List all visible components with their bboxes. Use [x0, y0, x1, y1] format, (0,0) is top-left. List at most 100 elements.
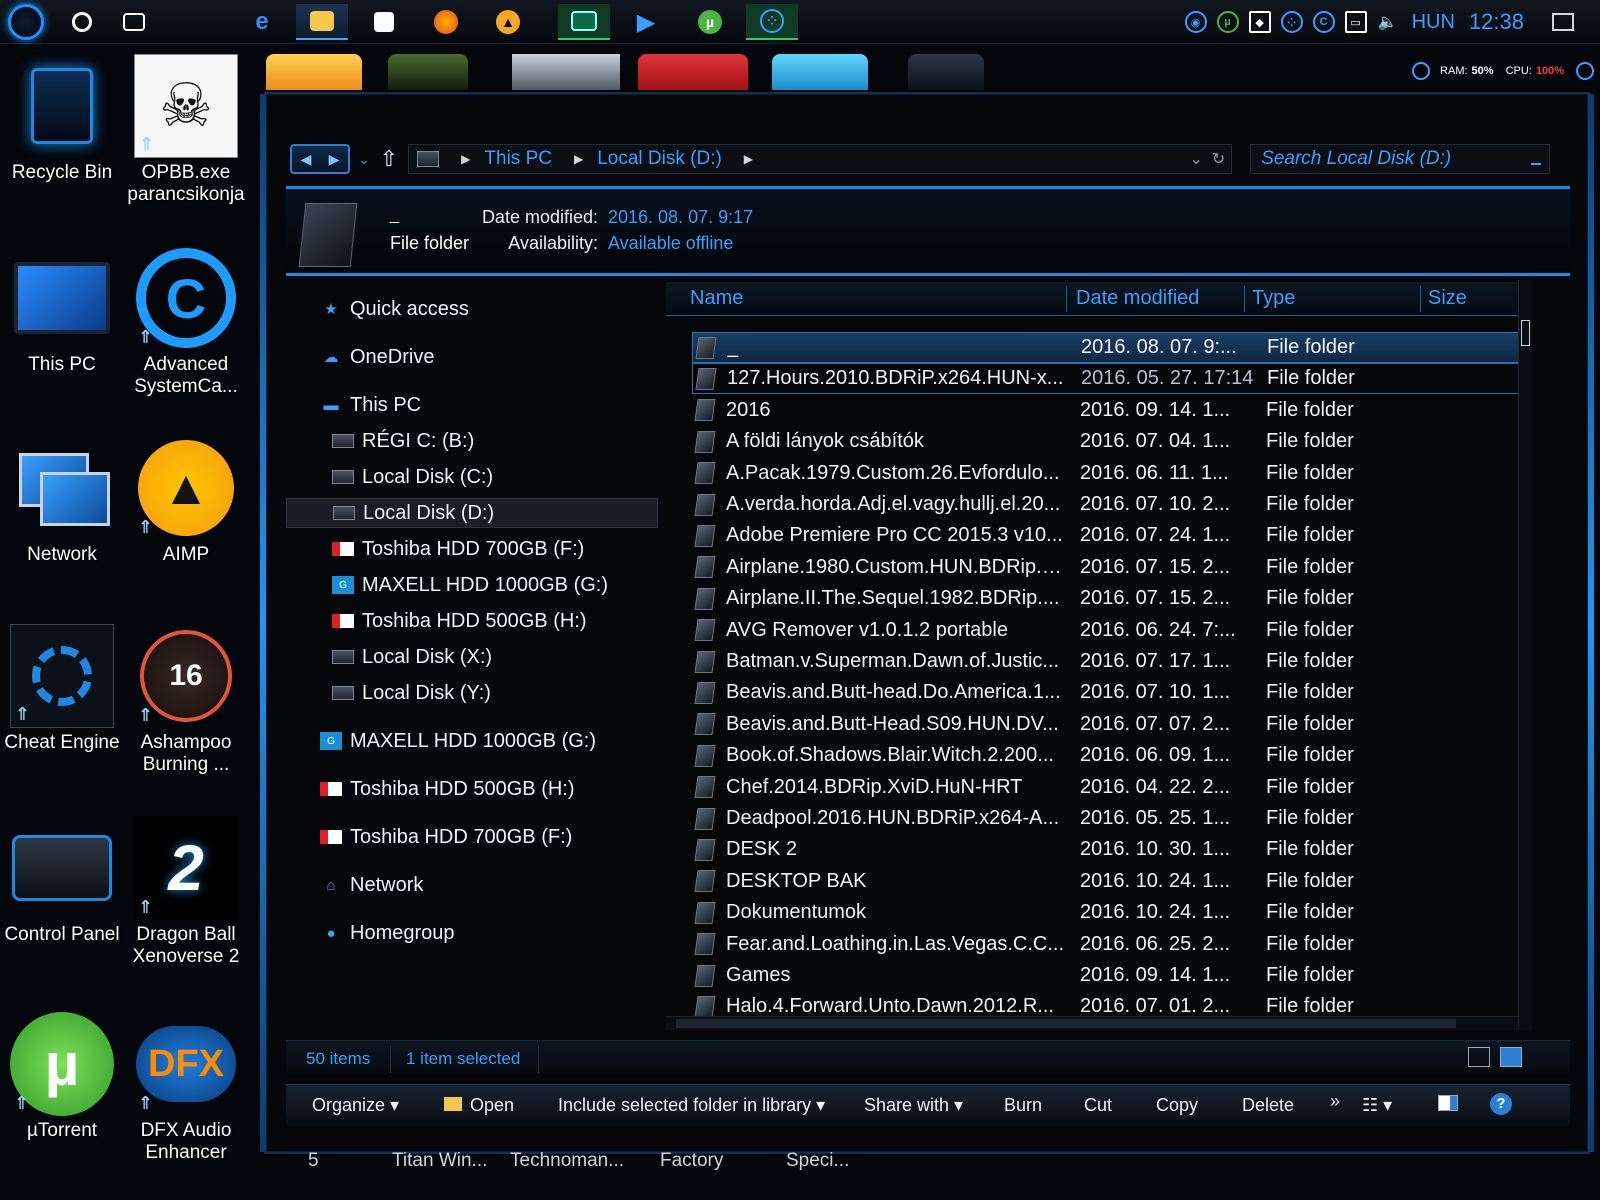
taskbar-utorrent[interactable]: µ — [684, 4, 736, 40]
taskbar-aimp[interactable]: ▲ — [482, 4, 534, 40]
table-row[interactable]: DESKTOP BAK 2016. 10. 24. 1... File folder — [692, 866, 1532, 897]
delete-button[interactable]: Delete — [1242, 1095, 1294, 1116]
table-row[interactable]: 127.Hours.2010.BDRiP.x264.HUN-x... 2016. … — [692, 363, 1532, 395]
desktop-utorrent[interactable]: µ ⇑ µTorrent — [0, 1012, 124, 1142]
table-row[interactable]: A földi lányok csábítók 2016. 07. 04. 1..… — [692, 426, 1532, 457]
desktop-recycle-bin[interactable]: Recycle Bin — [0, 54, 124, 184]
table-row[interactable]: Airplane.II.The.Sequel.1982.BDRip.... 201… — [692, 583, 1532, 614]
tray-clock[interactable]: 12:38 — [1469, 9, 1524, 35]
column-date-modified[interactable]: Date modified — [1076, 287, 1199, 310]
column-type[interactable]: Type — [1252, 287, 1295, 310]
table-row[interactable]: Games 2016. 09. 14. 1... File folder — [692, 960, 1532, 991]
horizontal-scrollbar[interactable] — [666, 1016, 1518, 1030]
back-arrow-icon[interactable]: ◀ — [301, 151, 312, 168]
tray-network-icon[interactable]: ▭ — [1344, 11, 1367, 33]
refresh-icon[interactable]: ↻ — [1212, 151, 1225, 168]
cortana-button[interactable] — [56, 4, 108, 40]
nav-item[interactable]: ☁ OneDrive — [320, 342, 435, 372]
nav-item[interactable]: Local Disk (Y:) — [332, 678, 491, 708]
table-row[interactable]: DESK 2 2016. 10. 30. 1... File folder — [692, 834, 1532, 865]
open-button[interactable]: Open — [444, 1095, 514, 1116]
column-divider[interactable] — [1066, 286, 1067, 312]
add-icon[interactable] — [1576, 62, 1594, 80]
address-bar[interactable]: ▶ This PC ▶ Local Disk (D:) ▶ ⌄ ↻ — [408, 144, 1233, 174]
share-with-button[interactable]: Share with ▾ — [864, 1095, 963, 1116]
help-icon[interactable]: ? — [1490, 1093, 1512, 1115]
table-row[interactable]: Beavis.and.Butt-head.Do.America.1... 2016… — [692, 677, 1532, 708]
copy-button[interactable]: Copy — [1156, 1095, 1198, 1116]
desktop-dragon-ball[interactable]: 2 ⇑ Dragon Ball Xenoverse 2 — [124, 816, 248, 968]
table-row[interactable]: Chef.2014.BDRip.XviD.HuN-HRT 2016. 04. 22… — [692, 772, 1532, 803]
desktop-network[interactable]: Network — [0, 436, 124, 566]
availability-value[interactable]: Available offline — [608, 233, 733, 254]
back-forward-buttons[interactable]: ◀ ▶ — [290, 144, 350, 174]
burn-button[interactable]: Burn — [1004, 1095, 1042, 1116]
breadcrumb-local-disk-d[interactable]: Local Disk (D:) — [597, 148, 722, 170]
nav-item[interactable]: G MAXELL HDD 1000GB (G:) — [320, 726, 596, 756]
table-row[interactable]: Beavis.and.Butt-Head.S09.HUN.DV... 2016. … — [692, 709, 1532, 740]
scroll-thumb[interactable] — [676, 1019, 1456, 1028]
table-row[interactable]: Adobe Premiere Pro CC 2015.3 v10... 2016.… — [692, 520, 1532, 551]
desktop-dfx[interactable]: DFX ⇑ DFX Audio Enhancer — [124, 1012, 248, 1164]
cut-button[interactable]: Cut — [1084, 1095, 1112, 1116]
desktop-aimp[interactable]: ▲ ⇑ AIMP — [124, 436, 248, 566]
tray-language[interactable]: HUN — [1412, 11, 1455, 34]
desktop-advanced-systemcare[interactable]: C ⇑ Advanced SystemCa... — [124, 246, 248, 398]
desktop-cheat-engine[interactable]: ⇑ Cheat Engine — [0, 624, 124, 754]
taskbar-store[interactable] — [358, 4, 410, 40]
desktop-control-panel[interactable]: Control Panel — [0, 816, 124, 946]
taskbar-player[interactable]: ▶ — [620, 4, 672, 40]
nav-item[interactable]: Toshiba HDD 700GB (F:) — [332, 534, 584, 564]
nav-item[interactable]: ⌂ Network — [320, 870, 423, 900]
task-view-button[interactable] — [108, 4, 160, 40]
desktop-ashampoo[interactable]: 16 ⇑ Ashampoo Burning ... — [124, 624, 248, 776]
taskbar-app[interactable]: ⁘ — [746, 4, 798, 40]
tray-app-icon[interactable]: ⁘ — [1280, 11, 1303, 33]
table-row[interactable]: A.verda.horda.Adj.el.vagy.hullj.el.20...… — [692, 489, 1532, 520]
taskbar-firefox[interactable] — [420, 4, 472, 40]
column-divider[interactable] — [1244, 286, 1245, 312]
taskbar-edge[interactable]: e — [236, 4, 288, 40]
taskbar-mail[interactable] — [558, 4, 610, 40]
taskbar-explorer[interactable] — [296, 4, 348, 40]
date-modified-value[interactable]: 2016. 08. 07. 9:17 — [608, 207, 753, 228]
desktop-this-pc[interactable]: This PC — [0, 246, 124, 376]
forward-arrow-icon[interactable]: ▶ — [329, 151, 340, 168]
nav-item[interactable]: Toshiba HDD 500GB (H:) — [332, 606, 587, 636]
search-input[interactable]: Search Local Disk (D:) — [1250, 144, 1551, 174]
column-divider[interactable] — [1420, 286, 1421, 312]
nav-item[interactable]: Toshiba HDD 500GB (H:) — [320, 774, 575, 804]
table-row[interactable]: Batman.v.Superman.Dawn.of.Justic... 2016.… — [692, 646, 1532, 677]
column-name[interactable]: Name — [690, 287, 743, 310]
nav-item[interactable]: RÉGI C: (B:) — [332, 426, 474, 456]
tray-utorrent-icon[interactable]: µ — [1216, 11, 1239, 33]
table-row[interactable]: 2016 2016. 09. 14. 1... File folder — [692, 395, 1532, 426]
nav-item[interactable]: ▬ This PC — [320, 390, 422, 420]
table-row[interactable]: AVG Remover v1.0.1.2 portable 2016. 06. 2… — [692, 615, 1532, 646]
table-row[interactable]: _ 2016. 08. 07. 9:... File folder — [692, 332, 1532, 363]
include-in-library-button[interactable]: Include selected folder in library ▾ — [558, 1095, 825, 1116]
nav-item[interactable]: Local Disk (X:) — [332, 642, 492, 672]
table-row[interactable]: Fear.and.Loathing.in.Las.Vegas.C.C... 201… — [692, 929, 1532, 960]
details-view-icon[interactable] — [1468, 1047, 1490, 1067]
tray-dropbox-icon[interactable]: ◆ — [1248, 11, 1271, 33]
column-size[interactable]: Size — [1428, 287, 1467, 310]
table-row[interactable]: Deadpool.2016.HUN.BDRiP.x264-A... 2016. 0… — [692, 803, 1532, 834]
scroll-thumb[interactable] — [1521, 320, 1530, 346]
dropdown-chevron-icon[interactable]: ⌄ — [1189, 151, 1202, 168]
tray-volume-icon[interactable]: 🔈 — [1377, 11, 1399, 33]
notification-icon[interactable] — [1552, 13, 1574, 31]
breadcrumb-separator-icon[interactable]: ▶ — [461, 152, 470, 166]
more-commands-button[interactable]: » — [1330, 1091, 1340, 1112]
tray-cleaner-icon[interactable]: C — [1312, 11, 1335, 33]
breadcrumb-separator-icon[interactable]: ▶ — [574, 152, 583, 166]
table-row[interactable]: A.Pacak.1979.Custom.26.Evfordulo... 2016.… — [692, 458, 1532, 489]
breadcrumb-this-pc[interactable]: This PC — [484, 148, 552, 170]
up-arrow-icon[interactable]: ⇧ — [380, 146, 398, 172]
nav-item[interactable]: G MAXELL HDD 1000GB (G:) — [332, 570, 608, 600]
tray-gamepad-icon[interactable]: ◉ — [1184, 11, 1207, 33]
nav-item[interactable]: ★ Quick access — [320, 294, 469, 324]
large-icons-view-icon[interactable] — [1500, 1047, 1522, 1067]
table-row[interactable]: Dokumentumok 2016. 10. 24. 1... File folde… — [692, 897, 1532, 928]
change-view-icon[interactable]: ☷ ▾ — [1362, 1095, 1392, 1116]
